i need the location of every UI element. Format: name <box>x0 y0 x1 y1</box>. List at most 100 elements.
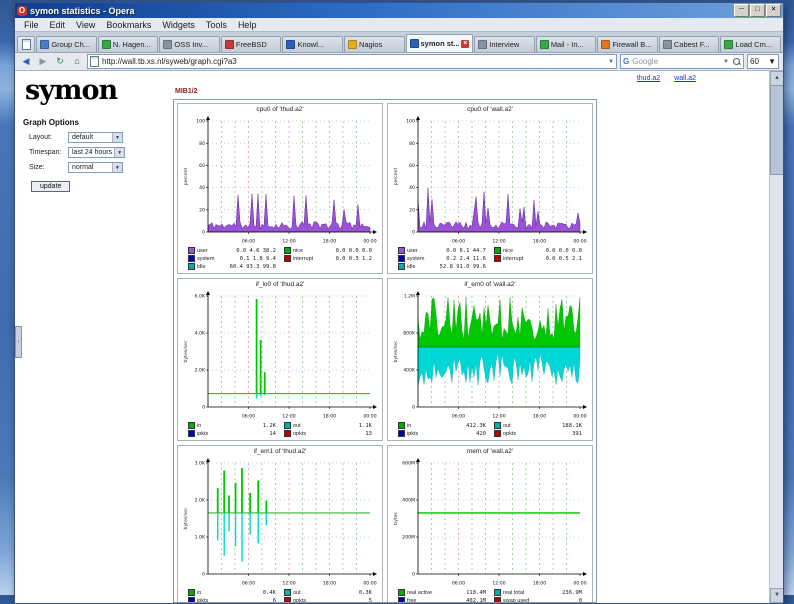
menu-widgets[interactable]: Widgets <box>157 20 200 30</box>
zoom-control[interactable]: 60 ▼ <box>747 54 779 69</box>
tab-close-icon[interactable]: × <box>461 39 470 48</box>
legend-item: interrupt 0.0 0.3 1.2 <box>284 255 372 262</box>
tabbar: Group Ch... N. Hagen... OSS Inv... FreeBSD K… <box>15 32 783 53</box>
graph-card: if_lo0 of 'thud.a2' 0 2.0K 4.0K 6.0K 06:00 12:… <box>177 278 383 441</box>
legend-item: in 412.3K <box>398 422 486 429</box>
menu-help[interactable]: Help <box>233 20 262 30</box>
option-select-timespan[interactable]: last 24 hours ▼ <box>68 147 126 158</box>
vertical-scrollbar[interactable]: ▲ ▼ <box>769 71 783 603</box>
option-row: Layout: default ▼ <box>29 132 169 143</box>
svg-text:200M: 200M <box>402 535 415 541</box>
legend-swatch <box>398 597 405 602</box>
svg-text:1.0K: 1.0K <box>195 535 206 541</box>
menu-bookmarks[interactable]: Bookmarks <box>101 20 156 30</box>
tab-11[interactable]: Load Cm... <box>720 36 781 52</box>
scroll-up-icon[interactable]: ▲ <box>770 71 783 86</box>
tab-2[interactable]: OSS Inv... <box>159 36 220 52</box>
svg-text:2.0K: 2.0K <box>195 368 206 374</box>
tab-favicon <box>539 40 549 49</box>
legend-swatch <box>398 255 405 262</box>
search-icon[interactable] <box>732 57 741 66</box>
tab-0[interactable]: Group Ch... <box>36 36 97 52</box>
tab-3[interactable]: FreeBSD <box>220 36 282 52</box>
tab-8[interactable]: Mail - In... <box>535 36 597 52</box>
svg-text:bytes/sec: bytes/sec <box>183 340 189 362</box>
svg-text:60: 60 <box>409 163 415 169</box>
legend-values: 0.0 0.3 1.2 <box>335 255 372 262</box>
symon-logo: symon <box>25 75 118 106</box>
scrollbar-thumb[interactable] <box>770 85 783 175</box>
page-icon <box>90 56 99 67</box>
legend-swatch <box>284 430 291 437</box>
back-button[interactable]: ◀ <box>19 55 33 68</box>
option-select-layout[interactable]: default ▼ <box>68 132 123 143</box>
address-dropdown-icon[interactable]: ▼ <box>608 59 614 65</box>
svg-text:20: 20 <box>409 207 415 213</box>
legend-values: 60.4 93.3 99.8 <box>229 263 276 270</box>
reload-button[interactable]: ↻ <box>53 55 67 68</box>
zoom-value: 60 <box>750 57 759 66</box>
close-button[interactable]: × <box>766 4 781 17</box>
tab-1[interactable]: N. Hagen... <box>97 36 159 52</box>
graph-card: cpu0 of 'wall.a2' 0 20 40 60 80 100 06:00 12:00 1… <box>387 103 593 274</box>
host-link[interactable]: wall.a2 <box>674 75 696 82</box>
page-main: thud.a2 wall.a2 MIB1/2 cpu0 of 'thud.a2' 0… <box>173 73 766 603</box>
graph-plot: 0 400K 800K 1.2M 06:00 12:00 18:00 00:00 bytes/s… <box>392 289 588 421</box>
svg-text:12:00: 12:00 <box>492 414 505 420</box>
legend-values: 391 <box>572 430 582 437</box>
menu-view[interactable]: View <box>71 20 100 30</box>
search-box[interactable]: G Google ▼ <box>620 54 744 69</box>
maximize-button[interactable]: □ <box>750 4 765 17</box>
tab-10[interactable]: Cabest F... <box>658 36 720 52</box>
address-bar[interactable]: http://wall.tb.xs.nl/syweb/graph.cgi?a3 … <box>87 54 617 69</box>
svg-text:0: 0 <box>412 230 415 236</box>
option-value: last 24 hours <box>72 149 113 156</box>
legend-swatch <box>284 247 291 254</box>
browser-content: symon Graph Options Layout: default ▼ Times… <box>15 71 783 603</box>
option-select-size[interactable]: normal ▼ <box>68 162 123 173</box>
tab-favicon <box>163 40 173 49</box>
tab-6[interactable]: symon st... × <box>405 34 474 52</box>
tab-4[interactable]: Knowl... <box>282 36 343 52</box>
update-button[interactable]: update <box>31 181 71 192</box>
home-button[interactable]: ⌂ <box>70 55 84 68</box>
svg-text:0: 0 <box>202 405 205 411</box>
legend-values: 188.1K <box>562 422 582 429</box>
tab-label: symon st... <box>420 39 460 48</box>
new-tab-button[interactable] <box>17 36 36 52</box>
legend-values: 0.0 0.0 0.0 <box>335 247 372 254</box>
tab-5[interactable]: Nagios <box>343 36 405 52</box>
legend-item: system 0.1 1.8 9.4 <box>188 255 276 262</box>
svg-text:bytes/sec: bytes/sec <box>183 507 189 529</box>
menu-tools[interactable]: Tools <box>201 20 232 30</box>
panel-toggle[interactable]: ‹ <box>15 326 22 358</box>
scroll-down-icon[interactable]: ▼ <box>770 588 783 603</box>
legend-swatch <box>398 422 405 429</box>
menubar: File Edit View Bookmarks Widgets Tools Help <box>15 18 783 32</box>
tab-9[interactable]: Firewall B... <box>597 36 658 52</box>
titlebar[interactable]: O symon statistics - Opera ─ □ × <box>15 3 783 18</box>
tab-7[interactable]: Interview <box>474 36 535 52</box>
legend-item: system 0.2 2.4 11.6 <box>398 255 486 262</box>
minimize-button[interactable]: ─ <box>734 4 749 17</box>
legend-item: ipkts 14 <box>188 430 276 437</box>
legend-item: idle 60.4 93.3 99.8 <box>188 263 276 270</box>
legend-item: nice 0.0 0.0 0.0 <box>494 247 582 254</box>
forward-button[interactable]: ▶ <box>36 55 50 68</box>
legend-values: 0.1 1.8 9.4 <box>239 255 276 262</box>
legend-label: in <box>197 422 202 429</box>
menu-edit[interactable]: Edit <box>45 20 71 30</box>
legend-swatch <box>188 430 195 437</box>
legend-values: 13 <box>365 430 372 437</box>
legend-item: in 1.2K <box>188 422 276 429</box>
legend-swatch <box>284 422 291 429</box>
svg-text:06:00: 06:00 <box>452 414 465 420</box>
legend-item: nice 0.0 0.0 0.0 <box>284 247 372 254</box>
host-link[interactable]: thud.a2 <box>637 75 660 82</box>
search-dropdown-icon[interactable]: ▼ <box>723 59 729 65</box>
graph-title: if_em1 of 'thud.a2' <box>253 448 307 455</box>
svg-text:80: 80 <box>409 141 415 147</box>
browser-window: O symon statistics - Opera ─ □ × File Edi… <box>14 2 784 604</box>
svg-text:06:00: 06:00 <box>452 239 465 245</box>
menu-file[interactable]: File <box>19 20 44 30</box>
